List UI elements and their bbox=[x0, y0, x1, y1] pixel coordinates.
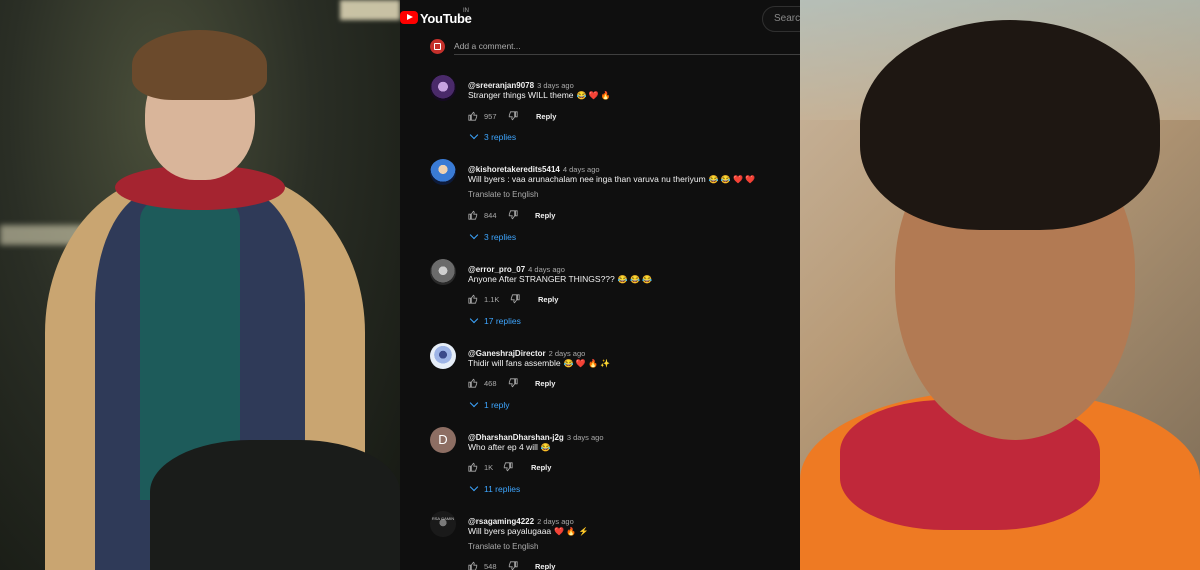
like-count: 468 bbox=[484, 379, 497, 388]
comment-text: Thidir will fans assemble 😂 ❤️ 🔥 ✨ bbox=[468, 358, 610, 368]
like-count: 844 bbox=[484, 211, 497, 220]
reply-button[interactable]: Reply bbox=[535, 562, 555, 570]
replies-label: 11 replies bbox=[484, 484, 521, 494]
comment-emojis: 😂 😂 ❤️ ❤️ bbox=[708, 175, 756, 184]
comment-text: Stranger things WILL theme 😂 ❤️ 🔥 bbox=[468, 90, 611, 100]
comment-body: Who after ep 4 will bbox=[468, 442, 538, 452]
comment-emojis: 😂 😂 😂 bbox=[617, 275, 653, 284]
comment-actions: 844 Reply bbox=[468, 210, 668, 222]
youtube-logo-icon[interactable] bbox=[400, 11, 418, 24]
translate-link[interactable]: Translate to English bbox=[468, 190, 538, 199]
comment-handle[interactable]: @error_pro_07 bbox=[468, 265, 525, 274]
chevron-down-icon bbox=[469, 230, 479, 240]
comment-actions: 548 Reply bbox=[468, 561, 668, 570]
thumb-down-icon[interactable] bbox=[503, 462, 513, 472]
thumb-up-icon[interactable] bbox=[468, 210, 478, 220]
thumb-up-icon[interactable] bbox=[468, 378, 478, 388]
comment-body: Will byers payalugaaa bbox=[468, 526, 552, 536]
comment-handle[interactable]: @DharshanDharshan-j2g bbox=[468, 433, 564, 442]
view-replies-button[interactable]: 17 replies bbox=[468, 314, 521, 326]
commenter-avatar[interactable]: RSA GAMIN bbox=[430, 511, 456, 537]
comment-handle[interactable]: @sreeranjan9078 bbox=[468, 81, 534, 90]
replies-label: 17 replies bbox=[484, 316, 521, 326]
comment-actions: 1.1K Reply bbox=[468, 294, 668, 306]
translate-link[interactable]: Translate to English bbox=[468, 542, 538, 551]
view-replies-button[interactable]: 11 replies bbox=[468, 482, 521, 494]
reply-button[interactable]: Reply bbox=[536, 112, 556, 121]
like-count: 1K bbox=[484, 463, 494, 472]
comment-text: Who after ep 4 will 😂 bbox=[468, 442, 551, 452]
comment-text: Will byers : vaa arunachalam nee inga th… bbox=[468, 174, 755, 184]
comment-body: Stranger things WILL theme bbox=[468, 90, 574, 100]
comment-time[interactable]: 2 days ago bbox=[549, 349, 586, 358]
view-replies-button[interactable]: 1 reply bbox=[468, 398, 510, 410]
replies-label: 1 reply bbox=[484, 400, 510, 410]
commenter-avatar[interactable]: D bbox=[430, 427, 456, 453]
person-hair bbox=[132, 30, 267, 100]
reply-button[interactable]: Reply bbox=[531, 463, 551, 472]
chevron-down-icon bbox=[469, 314, 479, 324]
youtube-comments-panel: YouTube IN Search @sreeranjan90783 days … bbox=[400, 0, 800, 570]
comment-actions: 1K Reply bbox=[468, 462, 668, 474]
comment-handle[interactable]: @rsagaming4222 bbox=[468, 517, 534, 526]
comment-time[interactable]: 3 days ago bbox=[537, 81, 574, 90]
chevron-down-icon bbox=[469, 482, 479, 492]
thumb-down-icon[interactable] bbox=[508, 378, 518, 388]
search-input[interactable]: Search bbox=[762, 6, 800, 32]
add-comment-input[interactable] bbox=[454, 37, 800, 55]
commenter-avatar[interactable] bbox=[430, 259, 456, 285]
view-replies-button[interactable]: 3 replies bbox=[468, 230, 517, 242]
comment-actions: 468 Reply bbox=[468, 378, 668, 390]
user-avatar bbox=[430, 39, 445, 54]
like-count: 548 bbox=[484, 562, 497, 570]
replies-label: 3 replies bbox=[484, 232, 517, 242]
comment-emojis: ❤️ 🔥 ⚡ bbox=[554, 527, 589, 536]
backpack bbox=[150, 440, 400, 570]
comment-emojis: 😂 ❤️ 🔥 ✨ bbox=[563, 359, 611, 368]
view-replies-button[interactable]: 3 replies bbox=[468, 130, 517, 142]
thumb-down-icon[interactable] bbox=[508, 111, 518, 121]
add-comment-row bbox=[430, 37, 800, 55]
comment-handle[interactable]: @GaneshrajDirector bbox=[468, 349, 546, 358]
thumb-up-icon[interactable] bbox=[468, 294, 478, 304]
replies-label: 3 replies bbox=[484, 132, 517, 142]
commenter-avatar[interactable] bbox=[430, 343, 456, 369]
reply-button[interactable]: Reply bbox=[538, 295, 558, 304]
like-count: 957 bbox=[484, 112, 497, 121]
left-photo bbox=[0, 0, 400, 570]
comment-time[interactable]: 3 days ago bbox=[567, 433, 604, 442]
search-placeholder: Search bbox=[774, 13, 800, 24]
right-photo bbox=[800, 0, 1200, 570]
comment-time[interactable]: 4 days ago bbox=[563, 165, 600, 174]
like-count: 1.1K bbox=[484, 295, 500, 304]
thumb-up-icon[interactable] bbox=[468, 561, 478, 570]
comment-body: Thidir will fans assemble bbox=[468, 358, 561, 368]
commenter-avatar[interactable] bbox=[430, 75, 456, 101]
reply-button[interactable]: Reply bbox=[535, 379, 555, 388]
commenter-avatar[interactable] bbox=[430, 159, 456, 185]
thumb-up-icon[interactable] bbox=[468, 111, 478, 121]
chevron-down-icon bbox=[469, 398, 479, 408]
region-code: IN bbox=[463, 8, 469, 14]
reply-button[interactable]: Reply bbox=[535, 211, 555, 220]
comment-body: Will byers : vaa arunachalam nee inga th… bbox=[468, 174, 706, 184]
avatar-text: RSA GAMIN bbox=[431, 516, 455, 521]
thumb-down-icon[interactable] bbox=[508, 561, 518, 570]
ceiling-light bbox=[340, 0, 400, 20]
comment-time[interactable]: 2 days ago bbox=[537, 517, 574, 526]
comment-emojis: 😂 ❤️ 🔥 bbox=[576, 91, 611, 100]
comment-handle[interactable]: @kishoretakeredits5414 bbox=[468, 165, 560, 174]
person-hair bbox=[860, 20, 1160, 230]
comment-time[interactable]: 4 days ago bbox=[528, 265, 565, 274]
comment-body: Anyone After STRANGER THINGS??? bbox=[468, 274, 615, 284]
top-bar: YouTube IN Search bbox=[400, 0, 800, 32]
thumb-down-icon[interactable] bbox=[508, 210, 518, 220]
comment-emojis: 😂 bbox=[540, 443, 551, 452]
thumb-down-icon[interactable] bbox=[510, 294, 520, 304]
thumb-up-icon[interactable] bbox=[468, 462, 478, 472]
comment-text: Will byers payalugaaa ❤️ 🔥 ⚡ bbox=[468, 526, 588, 536]
chevron-down-icon bbox=[469, 130, 479, 140]
comment-text: Anyone After STRANGER THINGS??? 😂 😂 😂 bbox=[468, 274, 652, 284]
comment-actions: 957 Reply bbox=[468, 111, 668, 123]
